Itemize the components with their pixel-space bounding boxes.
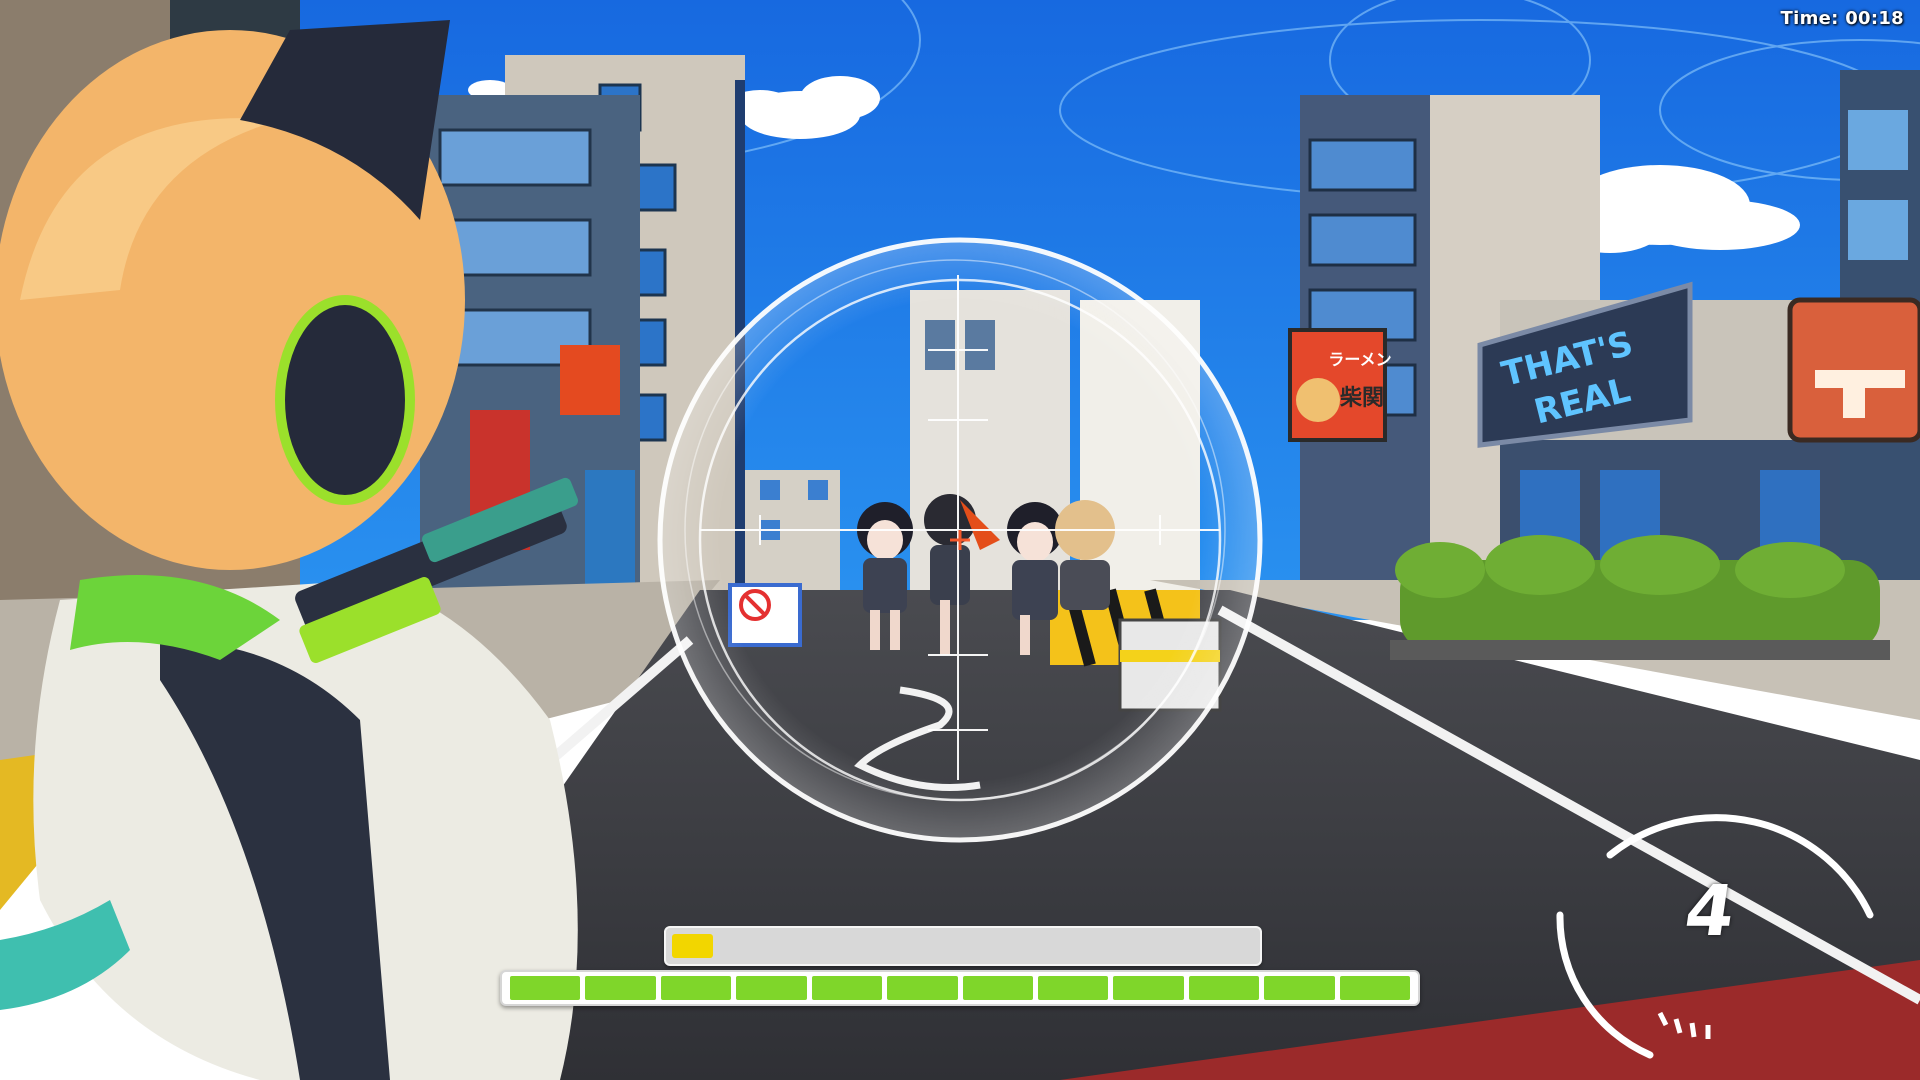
health-bar xyxy=(500,970,1420,1006)
gun-shop-sign xyxy=(1787,297,1920,443)
ammo-count: 4 xyxy=(1679,870,1741,952)
ramen-sign-line2: 柴関 xyxy=(1339,386,1384,411)
health-segment xyxy=(962,976,1033,1000)
game-viewport[interactable]: ラーメン 柴関 THAT'S REAL Time: 00:18 4 xyxy=(0,0,1920,1080)
match-timer: Time: 00:18 xyxy=(1780,8,1904,29)
charge-bar-fill xyxy=(672,934,713,958)
health-segment xyxy=(585,976,656,1000)
ramen-sign-line1: ラーメン xyxy=(1328,350,1391,369)
health-segment xyxy=(736,976,807,1000)
health-segment xyxy=(510,976,581,1000)
health-segment xyxy=(887,976,958,1000)
health-segment xyxy=(1113,976,1184,1000)
health-segment xyxy=(1037,976,1109,1000)
shop-sign-left xyxy=(560,345,620,415)
hedge xyxy=(1390,535,1890,660)
health-segment xyxy=(1264,976,1335,1000)
health-segment xyxy=(1188,976,1260,1000)
health-segment xyxy=(811,976,883,1000)
sniper-scope xyxy=(657,237,1263,843)
vending-machine-blue xyxy=(585,470,635,590)
charge-bar xyxy=(664,926,1262,966)
ramen-sign: ラーメン 柴関 xyxy=(1288,328,1392,442)
reload-gauge-ticks xyxy=(1657,1011,1711,1039)
health-segment xyxy=(660,976,732,1000)
reload-gauge-arc-lower xyxy=(1556,911,1654,1059)
health-segment xyxy=(1339,976,1411,1000)
